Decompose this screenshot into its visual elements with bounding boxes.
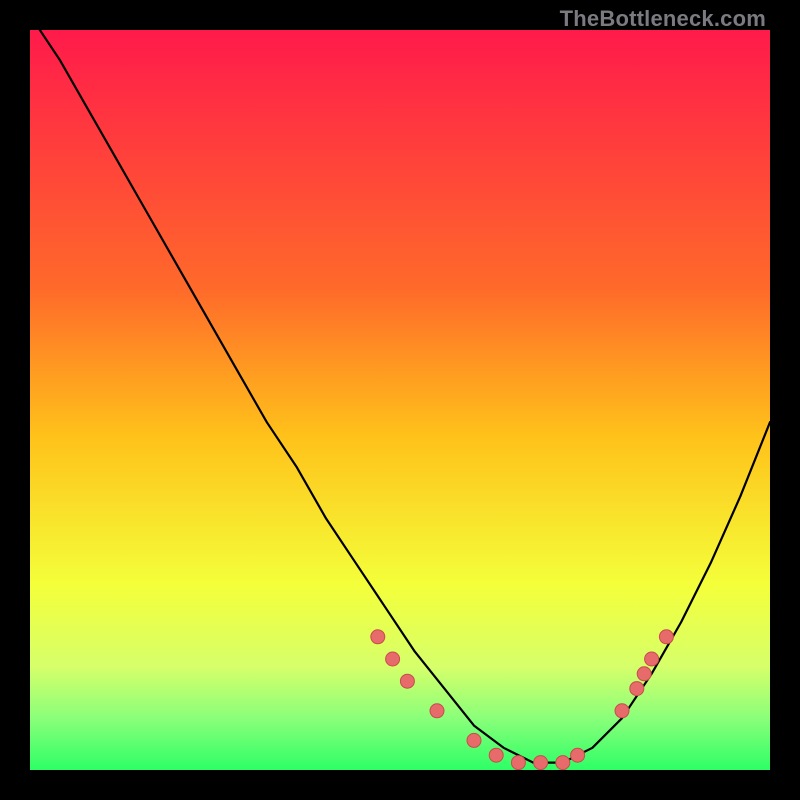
highlight-point — [637, 667, 651, 681]
chart-frame — [30, 30, 770, 770]
highlight-point — [556, 756, 570, 770]
highlight-point — [371, 630, 385, 644]
watermark-text: TheBottleneck.com — [560, 6, 766, 32]
chart-svg — [30, 30, 770, 770]
highlight-point — [630, 682, 644, 696]
highlight-point — [400, 674, 414, 688]
highlight-point — [489, 748, 503, 762]
highlight-point — [645, 652, 659, 666]
highlight-point — [534, 756, 548, 770]
highlight-point — [615, 704, 629, 718]
highlight-point — [430, 704, 444, 718]
highlight-point — [571, 748, 585, 762]
highlight-point — [386, 652, 400, 666]
highlight-point — [511, 756, 525, 770]
highlight-point — [467, 733, 481, 747]
highlight-point — [659, 630, 673, 644]
